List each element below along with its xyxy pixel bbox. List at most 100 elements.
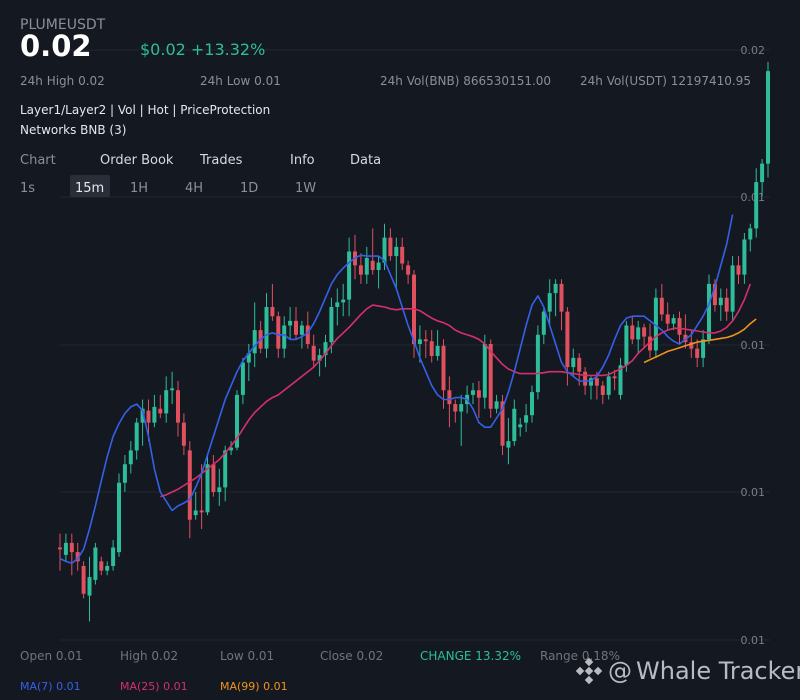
candle-body	[270, 307, 275, 317]
candle-body	[400, 246, 405, 264]
candle-body	[282, 325, 287, 349]
candle-body	[429, 341, 434, 357]
candle-body	[736, 265, 741, 275]
candle-body	[187, 450, 192, 520]
candle-body	[447, 390, 452, 405]
interval-1w[interactable]: 1W	[295, 181, 316, 196]
candle-body	[388, 237, 393, 257]
interval-1d[interactable]: 1D	[240, 181, 258, 196]
candle-body	[152, 406, 157, 423]
candle-body	[553, 283, 558, 294]
candle-body	[453, 404, 458, 412]
tab-order-book[interactable]: Order Book	[100, 153, 173, 168]
candle-body	[99, 561, 104, 571]
candle-body	[164, 390, 169, 414]
candle-body	[524, 415, 529, 423]
candle-body	[211, 464, 216, 492]
candle-body	[612, 376, 617, 379]
candle-body	[69, 542, 74, 553]
candle-body	[294, 320, 298, 335]
tab-data[interactable]: Data	[350, 153, 381, 168]
stat-24h-low: 24h Low 0.01	[200, 74, 281, 88]
candle-body	[305, 325, 310, 344]
y-tick-label: 0.02	[741, 44, 766, 57]
stat-24h-vol-usdt: 24h Vol(USDT) 12197410.95	[580, 74, 751, 88]
candle-body	[695, 348, 700, 358]
candle-body	[105, 566, 110, 571]
candle-body	[193, 510, 198, 516]
candle-body	[471, 390, 475, 395]
candle-body	[117, 482, 121, 553]
candle-body	[288, 320, 293, 326]
candle-body	[299, 325, 304, 335]
candle-body	[571, 357, 576, 368]
candle-body	[335, 302, 340, 307]
candle-body	[58, 547, 62, 550]
candle-body	[205, 464, 210, 513]
ohlc-low: Low 0.01	[220, 649, 275, 663]
candle-body	[482, 344, 487, 398]
token-tags: Layer1/Layer2 | Vol | Hot | PriceProtect…	[20, 103, 271, 117]
ma7-label: MA(7) 0.01	[20, 680, 81, 693]
candle-body	[217, 487, 222, 492]
candle-body	[594, 378, 599, 386]
price-change: $0.02 +13.32%	[140, 40, 266, 59]
candle-body	[441, 345, 446, 391]
y-tick-label: 0.01	[741, 486, 766, 499]
candle-body	[724, 297, 729, 312]
y-tick-label: 0.01	[741, 191, 766, 204]
y-tick-label: 0.01	[741, 339, 766, 352]
watermark-text: Whale Tracker	[636, 657, 800, 685]
candle-body	[276, 316, 281, 349]
candle-body	[146, 410, 151, 423]
candle-body	[111, 547, 116, 566]
candle-body	[81, 566, 86, 594]
candle-body	[170, 388, 175, 391]
stat-24h-vol-bnb: 24h Vol(BNB) 866530151.00	[380, 74, 552, 88]
candle-body	[87, 577, 92, 596]
candle-body	[659, 297, 664, 315]
candle-body	[583, 371, 588, 386]
candle-body	[311, 345, 316, 361]
candle-body	[541, 311, 546, 335]
candle-body	[754, 182, 759, 229]
candle-body	[559, 283, 564, 312]
ohlc-high: High 0.02	[120, 649, 179, 663]
ohlc-change: CHANGE 13.32%	[420, 649, 522, 663]
candle-body	[329, 307, 334, 343]
tab-trades[interactable]: Trades	[200, 153, 242, 168]
candle-body	[264, 307, 269, 349]
networks-label: Networks BNB (3)	[20, 123, 127, 137]
candle-body	[134, 422, 139, 451]
candle-body	[406, 265, 411, 275]
ohlc-open: Open 0.01	[20, 649, 83, 663]
ma99-label: MA(99) 0.01	[220, 680, 288, 693]
candle-body	[624, 325, 629, 366]
interval-1h[interactable]: 1H	[130, 181, 148, 196]
tab-info[interactable]: Info	[290, 153, 315, 168]
watermark-at-sign: @	[608, 657, 632, 685]
whale-tracker-logo-icon	[575, 657, 603, 685]
candle-body	[476, 390, 481, 398]
candle-body	[376, 262, 381, 270]
interval-15m[interactable]: 15m	[75, 181, 104, 196]
tab-chart[interactable]: Chart	[20, 153, 56, 168]
last-price: 0.02	[20, 29, 92, 63]
candle-body	[600, 385, 605, 395]
candle-body	[459, 404, 464, 412]
candle-body	[240, 362, 245, 395]
candle-body	[530, 392, 534, 416]
interval-4h[interactable]: 4H	[185, 181, 203, 196]
interval-1s[interactable]: 1s	[20, 181, 35, 196]
candle-body	[158, 408, 163, 414]
candle-body	[506, 441, 511, 448]
candle-body	[370, 260, 375, 270]
candle-body	[435, 345, 440, 357]
candle-body	[707, 283, 711, 340]
candle-body	[547, 293, 552, 312]
candle-body	[93, 547, 98, 580]
candle-body	[347, 251, 352, 300]
candle-body	[176, 390, 180, 423]
candle-body	[423, 339, 428, 342]
ma99-line	[643, 318, 757, 364]
